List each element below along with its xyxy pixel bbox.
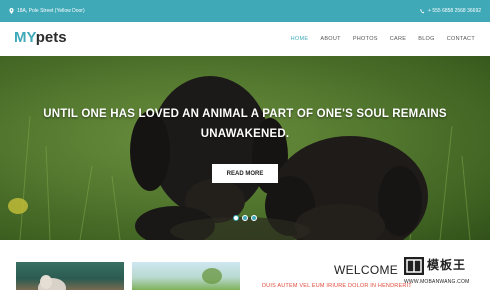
hero-headline-line2: UNAWAKENED. [200, 128, 290, 140]
main-navbar: MYpets HOME ABOUT PHOTOS CARE BLOG CONTA… [0, 22, 490, 57]
welcome-title: WELCOME [334, 263, 399, 277]
address-info: 18A, Pole Street (Yellow Door) [9, 8, 85, 14]
slider-dot-2[interactable] [242, 215, 248, 221]
slider-dot-3[interactable] [251, 215, 257, 221]
gallery-thumbnail-2[interactable] [132, 262, 240, 290]
address-text: 18A, Pole Street (Yellow Door) [17, 8, 85, 14]
puppy-photo-2 [202, 268, 222, 284]
gallery-thumbnail-1[interactable] [16, 262, 124, 290]
main-menu: HOME ABOUT PHOTOS CARE BLOG CONTACT [285, 36, 481, 42]
nav-about[interactable]: ABOUT [314, 36, 346, 42]
watermark-cn: 模板王 [427, 258, 467, 272]
nav-home[interactable]: HOME [285, 36, 315, 42]
hero-slider: UNTIL ONE HAS LOVED AN ANIMAL A PART OF … [0, 56, 490, 240]
slider-dot-1[interactable] [233, 215, 239, 221]
hero-headline-line1: UNTIL ONE HAS LOVED AN ANIMAL A PART OF … [43, 108, 447, 120]
hero-puppies-image [8, 76, 471, 240]
map-pin-icon [9, 8, 14, 14]
slider-dots [233, 215, 257, 221]
phone-text: + 555 6858 2568 36692 [428, 8, 481, 14]
site-logo[interactable]: MYpets [14, 30, 67, 46]
nav-blog[interactable]: BLOG [412, 36, 440, 42]
welcome-subtitle: DUIS AUTEM VEL EUM IRIURE DOLOR IN HENDR… [262, 283, 412, 289]
nav-contact[interactable]: CONTACT [441, 36, 481, 42]
read-more-button[interactable]: READ MORE [212, 164, 278, 183]
hero-headline: UNTIL ONE HAS LOVED AN ANIMAL A PART OF … [0, 104, 490, 144]
puppy-photo-1 [38, 275, 66, 290]
watermark-logo-icon [404, 257, 424, 275]
top-info-bar: 18A, Pole Street (Yellow Door) + 555 685… [0, 0, 490, 22]
phone-info: + 555 6858 2568 36692 [420, 8, 481, 14]
nav-photos[interactable]: PHOTOS [347, 36, 384, 42]
logo-pets: pets [35, 29, 67, 46]
logo-my: MY [14, 29, 36, 46]
site-watermark: 模板王 WWW.MOBANWANG.COM [404, 255, 486, 287]
watermark-en: WWW.MOBANWANG.COM [404, 279, 470, 285]
phone-icon [420, 8, 425, 14]
nav-care[interactable]: CARE [384, 36, 412, 42]
